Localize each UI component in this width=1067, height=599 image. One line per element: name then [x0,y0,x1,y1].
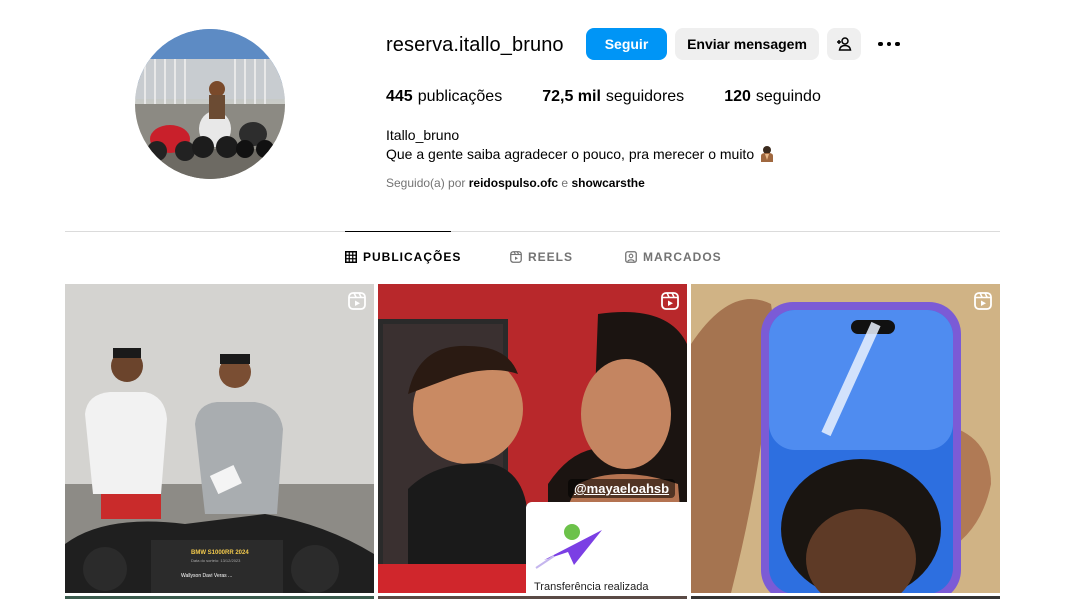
follow-button[interactable]: Seguir [586,28,667,60]
following-stat[interactable]: 120 seguindo [724,88,821,106]
reels-icon [510,251,522,263]
transfer-card-text: Transferência realizada [534,581,649,593]
raffle-card: BMW S1000RR 2024 Data do sorteio: 13/12/… [151,540,283,593]
paper-plane-icon [535,524,602,569]
suggested-accounts-button[interactable] [827,28,861,60]
tagged-icon [625,251,637,263]
raffle-card-owner: Wallyson Davi Veras ... [181,573,233,579]
bio-text: Que a gente saiba agradecer o pouco, pra… [386,146,755,162]
post-thumbnail[interactable]: BMW S1000RR 2024 Data do sorteio: 13/12/… [65,284,374,593]
profile-tabs: PUBLICAÇÕES REELS MARCADOS [345,250,722,264]
add-person-icon [837,37,852,51]
followed-by-text: Seguido(a) por reidospulso.ofc e showcar… [386,176,645,190]
more-options-icon[interactable] [878,36,902,52]
active-tab-indicator [345,231,451,232]
profile-full-name: Itallo_bruno [386,127,460,143]
user-tag-label: @mayaeloahsb [568,479,676,498]
followers-label: seguidores [605,88,685,105]
tab-publicacoes[interactable]: PUBLICAÇÕES [345,250,510,264]
posts-count-stat: 445 publicações [386,88,502,106]
raffle-card-date: Data do sorteio: 13/12/2023 [191,558,241,563]
post-image [691,284,1000,593]
tab-marcados[interactable]: MARCADOS [625,250,722,264]
raffle-card-title: BMW S1000RR 2024 [191,550,249,556]
followed-by-prefix: Seguido(a) por [386,176,466,190]
grid-icon [345,251,357,263]
profile-stats: 445 publicações 72,5 mil seguidores 120 … [386,88,861,106]
followers-count: 72,5 mil [542,88,601,105]
avatar-image [135,29,285,179]
posts-count: 445 [386,88,413,105]
followed-by-user-link[interactable]: showcarsthe [571,176,644,190]
tab-reels[interactable]: REELS [510,250,625,264]
send-message-button[interactable]: Enviar mensagem [675,28,819,60]
tab-label: MARCADOS [643,250,722,264]
tab-label: PUBLICAÇÕES [363,250,462,264]
following-label: seguindo [755,88,821,105]
transfer-card: Transferência realizada [526,502,687,593]
reel-badge-icon [661,292,679,310]
posts-label: publicações [417,88,503,105]
profile-username: reserva.itallo_bruno [386,34,564,56]
post-thumbnail[interactable] [691,284,1000,593]
following-count: 120 [724,88,751,105]
followed-by-joiner: e [561,176,569,190]
followed-by-user-link[interactable]: reidospulso.ofc [469,176,558,190]
reel-badge-icon [974,292,992,310]
profile-avatar[interactable] [135,29,285,179]
reel-badge-icon [348,292,366,310]
tabs-divider [65,231,1000,232]
followers-stat[interactable]: 72,5 mil seguidores [542,88,684,106]
tab-label: REELS [528,250,574,264]
profile-bio: Que a gente saiba agradecer o pouco, pra… [386,145,776,163]
praying-person-emoji-icon [761,146,774,162]
post-thumbnail[interactable]: @mayaeloahsb Transferência realizada [378,284,687,593]
